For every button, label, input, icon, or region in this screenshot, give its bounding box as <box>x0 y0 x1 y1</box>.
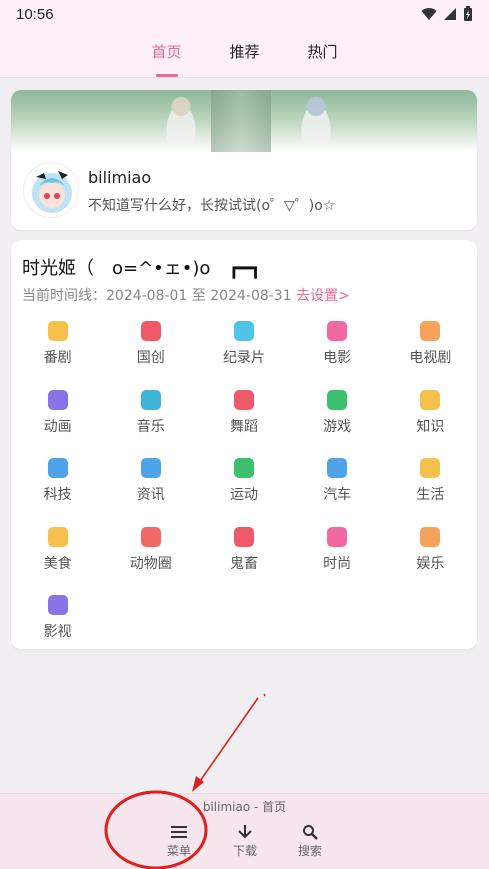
runner-icon <box>233 458 254 478</box>
tv-icon <box>47 321 68 341</box>
category-item[interactable]: 舞蹈 <box>197 387 290 456</box>
download-label: 下载 <box>232 844 257 858</box>
menu-label: 菜单 <box>166 844 191 858</box>
category-item[interactable]: 生活 <box>384 455 477 524</box>
sofa-icon <box>420 321 441 341</box>
category-label: 音乐 <box>136 418 165 435</box>
creeper-icon <box>327 389 348 410</box>
menu-button[interactable]: 菜单 <box>159 824 199 859</box>
category-label: 纪录片 <box>222 350 265 366</box>
profile-card[interactable]: bilimiao 不知道写什么好，长按试试(o゜▽゜)o☆ <box>11 90 477 230</box>
category-label: 电视剧 <box>409 350 452 366</box>
category-label: 美食 <box>43 555 72 572</box>
settings-link[interactable]: 去设置> <box>296 288 350 304</box>
category-label: 电影 <box>323 350 352 366</box>
play-icon <box>47 389 68 410</box>
category-item[interactable]: 国创 <box>104 318 197 387</box>
category-item[interactable]: 游戏 <box>291 387 384 456</box>
annotation-arrow <box>192 693 266 792</box>
clock: 10:56 <box>16 5 54 23</box>
profile-banner <box>11 90 477 152</box>
bell-icon <box>47 526 68 547</box>
tab-recommend[interactable]: 推荐 <box>206 28 284 77</box>
tab-home[interactable]: 首页 <box>128 28 206 77</box>
tab-popular[interactable]: 热门 <box>284 28 362 77</box>
user-signature: 不知道写什么好，长按试试(o゜▽゜)o☆ <box>88 198 336 214</box>
category-label: 舞蹈 <box>229 418 258 435</box>
category-item[interactable]: 电视剧 <box>384 318 477 387</box>
time-range-text: 当前时间线：2024-08-01 至 2024-08-31 <box>22 288 292 304</box>
lion-icon <box>233 526 254 547</box>
chili-icon <box>140 321 161 341</box>
category-item[interactable]: 音乐 <box>104 387 197 456</box>
category-label: 动物圈 <box>129 555 172 572</box>
category-label: 国创 <box>136 350 165 366</box>
news-icon <box>140 458 161 478</box>
category-item[interactable]: 运动 <box>197 455 290 524</box>
avatar[interactable] <box>23 162 79 218</box>
category-item[interactable]: 资讯 <box>104 455 197 524</box>
category-item[interactable]: 科技 <box>11 455 104 524</box>
category-label: 汽车 <box>323 487 352 503</box>
search-button[interactable]: 搜索 <box>290 824 330 859</box>
headphones-icon <box>140 389 161 410</box>
3d-glasses-icon <box>327 321 348 341</box>
category-item[interactable]: 影视 <box>11 592 104 649</box>
battery-icon <box>464 6 472 21</box>
magic-wand-icon <box>420 526 441 547</box>
search-label: 搜索 <box>297 844 322 858</box>
paw-icon <box>140 526 161 547</box>
username: bilimiao <box>88 168 152 187</box>
search-icon <box>303 825 318 840</box>
category-label: 资讯 <box>136 487 165 503</box>
category-label: 科技 <box>43 487 72 503</box>
category-item[interactable]: 电影 <box>291 318 384 387</box>
category-grid: 番剧 国创 纪录片 电影 电视剧动画 音乐 舞蹈 游戏 知识科技 资讯 运动 汽车 生活美食 动物圈 鬼畜 时… <box>11 318 477 649</box>
category-item[interactable]: 汽车 <box>291 455 384 524</box>
category-item[interactable]: 娱乐 <box>384 524 477 593</box>
category-item[interactable]: 美食 <box>11 524 104 593</box>
system-icons <box>421 6 473 22</box>
category-item[interactable]: 动画 <box>11 387 104 456</box>
category-item[interactable]: 动物圈 <box>104 524 197 593</box>
category-item[interactable]: 番剧 <box>11 318 104 387</box>
time-machine-title: 时光姬（ o=^•ェ•)o ┏━┓ <box>22 258 261 279</box>
category-label: 游戏 <box>323 418 352 435</box>
menu-icon <box>171 826 187 838</box>
download-button[interactable]: 下载 <box>225 824 265 859</box>
category-label: 时尚 <box>323 555 352 572</box>
car-icon <box>327 458 348 478</box>
fan-icon <box>233 389 254 410</box>
download-icon <box>238 825 252 839</box>
category-label: 动画 <box>43 418 72 435</box>
bottom-bar-title: bilimiao - 首页 <box>202 800 287 814</box>
signal-icon <box>444 8 456 20</box>
category-item[interactable]: 知识 <box>384 387 477 456</box>
wifi-icon <box>421 8 437 20</box>
lightbulb-icon <box>420 389 441 410</box>
time-machine-card: 时光姬（ o=^•ェ•)o ┏━┓ 当前时间线：2024-08-01 至 202… <box>11 240 477 649</box>
bottom-bar: bilimiao - 首页 菜单 下载 搜索 <box>0 793 489 869</box>
status-bar: 10:56 <box>0 0 489 28</box>
category-label: 知识 <box>416 418 445 435</box>
time-range: 当前时间线：2024-08-01 至 2024-08-31 去设置> <box>22 285 350 305</box>
whale-icon <box>233 321 254 341</box>
category-label: 运动 <box>229 487 258 503</box>
category-item[interactable]: 鬼畜 <box>197 524 290 593</box>
top-tab-bar: 首页 推荐 热门 <box>0 28 489 78</box>
category-label: 娱乐 <box>416 555 445 572</box>
clapper-icon <box>47 595 68 615</box>
duck-icon <box>420 458 441 478</box>
category-label: 影视 <box>43 624 72 640</box>
category-label: 鬼畜 <box>229 555 258 572</box>
dress-icon <box>327 526 348 547</box>
ufo-icon <box>47 458 68 478</box>
category-label: 番剧 <box>43 350 72 366</box>
category-item[interactable]: 时尚 <box>291 524 384 593</box>
category-item[interactable]: 纪录片 <box>197 318 290 387</box>
category-label: 生活 <box>416 487 445 503</box>
